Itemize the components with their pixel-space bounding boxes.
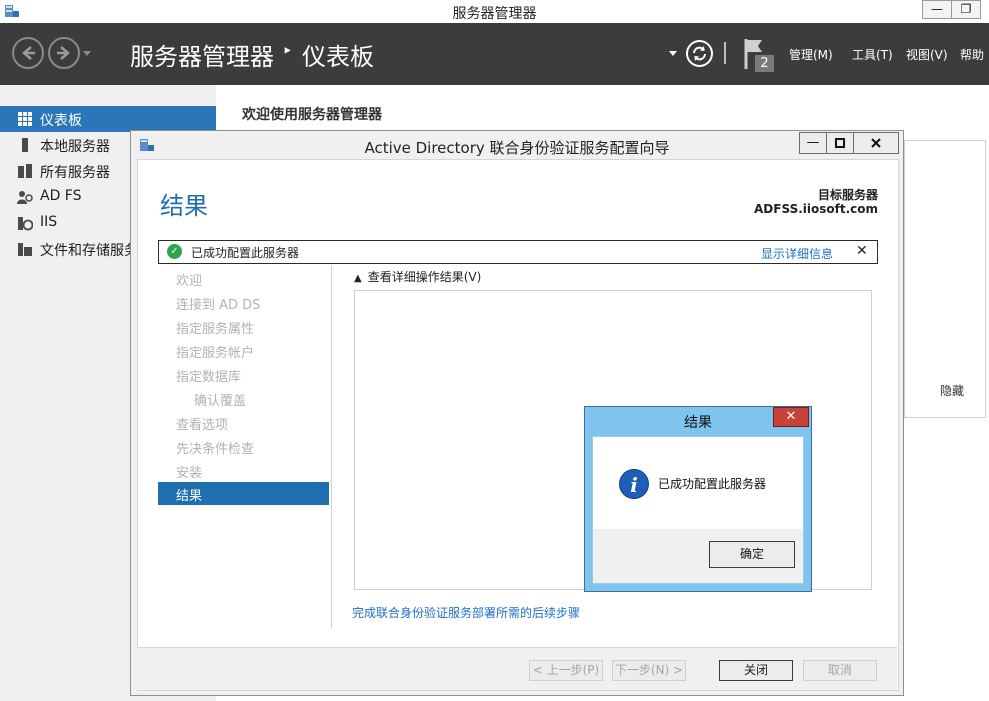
show-details-link[interactable]: 显示详细信息 [761,245,833,262]
close-icon [871,138,881,148]
refresh-button[interactable] [686,40,713,67]
sidebar-item-dashboard[interactable]: 仪表板 [0,106,216,132]
dashboard-icon [18,112,32,126]
server-icon [22,138,28,152]
messagebox-close-button[interactable]: ✕ [773,407,809,427]
wizard-close-button[interactable] [853,132,899,154]
servers-icon [18,164,32,178]
menu-view[interactable]: 视图(V) [906,46,948,63]
maximize-button[interactable]: ❐ [951,0,981,19]
step-database[interactable]: 指定数据库 [176,366,241,385]
sidebar-item-label: 所有服务器 [40,165,110,181]
step-service-account[interactable]: 指定服务帐户 [176,342,254,361]
forward-arrow-icon [57,46,70,60]
header-bar: 服务器管理器 ‣ 仪表板 2 管理(M) 工具(T) 视图(V) 帮助 [0,23,989,85]
notification-count-badge: 2 [760,56,769,71]
step-service-properties[interactable]: 指定服务属性 [176,318,254,337]
window-title: 服务器管理器 [452,6,537,22]
messagebox-footer: 确定 [593,529,803,583]
wizard-heading: 结果 [160,192,208,220]
wizard-title: Active Directory 联合身份验证服务配置向导 [364,139,670,157]
steps-divider [331,266,332,628]
status-banner: ✓ 已成功配置此服务器 显示详细信息 ✕ [158,240,878,264]
success-check-icon: ✓ [167,244,182,259]
back-arrow-icon [22,46,35,60]
storage-icon [18,243,32,256]
target-server-value: ADFSS.iiosoft.com [754,202,878,216]
iis-icon [18,217,33,231]
breadcrumb-separator-icon: ‣ [282,41,293,62]
menu-manage[interactable]: 管理(M) [789,46,833,63]
sidebar-item-label: 本地服务器 [40,139,110,155]
menu-help[interactable]: 帮助 [960,46,984,63]
view-details-label: 查看详细操作结果(V) [367,270,482,284]
info-icon: i [619,469,649,499]
breadcrumb-current: 仪表板 [302,43,374,71]
banner-close-icon[interactable]: ✕ [856,243,868,259]
refresh-icon [693,46,706,61]
cancel-button[interactable]: 取消 [803,660,877,681]
next-steps-link[interactable]: 完成联合身份验证服务部署所需的后续步骤 [352,604,580,621]
welcome-panel [904,140,986,418]
refresh-dropdown-icon[interactable] [668,50,678,58]
step-install[interactable]: 安装 [176,462,202,481]
wizard-titlebar: Active Directory 联合身份验证服务配置向导 — [131,131,903,159]
status-text: 已成功配置此服务器 [191,246,300,260]
maximize-icon [835,138,845,148]
previous-button[interactable]: < 上一步(P) [529,660,603,681]
minimize-button[interactable]: — [922,0,952,19]
wizard-footer: < 上一步(P) 下一步(N) > 关闭 取消 [137,647,897,690]
step-results-label: 结果 [176,489,203,504]
step-confirm-overwrite[interactable]: 确认覆盖 [194,390,246,409]
adfs-icon [17,191,33,204]
sidebar-item-label: 文件和存储服务 [40,243,138,259]
chevron-up-icon: ▲ [354,273,362,284]
step-review-options[interactable]: 查看选项 [176,414,228,433]
forward-button[interactable] [48,37,80,69]
step-welcome[interactable]: 欢迎 [176,270,202,289]
step-results[interactable]: 结果 [158,482,329,505]
sidebar-item-label: IIS [40,214,58,230]
step-prerequisites[interactable]: 先决条件检查 [176,438,254,457]
view-details-toggle[interactable]: ▲ 查看详细操作结果(V) [354,268,481,285]
wizard-minimize-button[interactable]: — [799,132,827,154]
main-titlebar: 服务器管理器 — ❐ [0,0,989,24]
header-divider [724,42,726,64]
menu-tools[interactable]: 工具(T) [852,46,893,63]
history-dropdown-icon[interactable] [82,50,92,58]
welcome-title: 欢迎使用服务器管理器 [242,107,382,123]
hide-link[interactable]: 隐藏 [940,382,964,399]
ok-button[interactable]: 确定 [709,541,795,568]
sidebar-item-label: AD FS [40,188,82,204]
wizard-maximize-button[interactable] [826,132,854,154]
sidebar-item-label: 仪表板 [40,113,82,129]
messagebox-text: 已成功配置此服务器 [658,477,767,491]
messagebox-content: i 已成功配置此服务器 确定 [592,436,804,584]
breadcrumb-root[interactable]: 服务器管理器 [130,37,274,72]
step-connect-adds[interactable]: 连接到 AD DS [176,294,260,313]
back-button[interactable] [12,37,44,69]
close-button[interactable]: 关闭 [719,660,793,681]
target-server-label: 目标服务器 [817,188,878,202]
result-messagebox: 结果 ✕ i 已成功配置此服务器 确定 [584,406,812,592]
next-button[interactable]: 下一步(N) > [612,660,686,681]
